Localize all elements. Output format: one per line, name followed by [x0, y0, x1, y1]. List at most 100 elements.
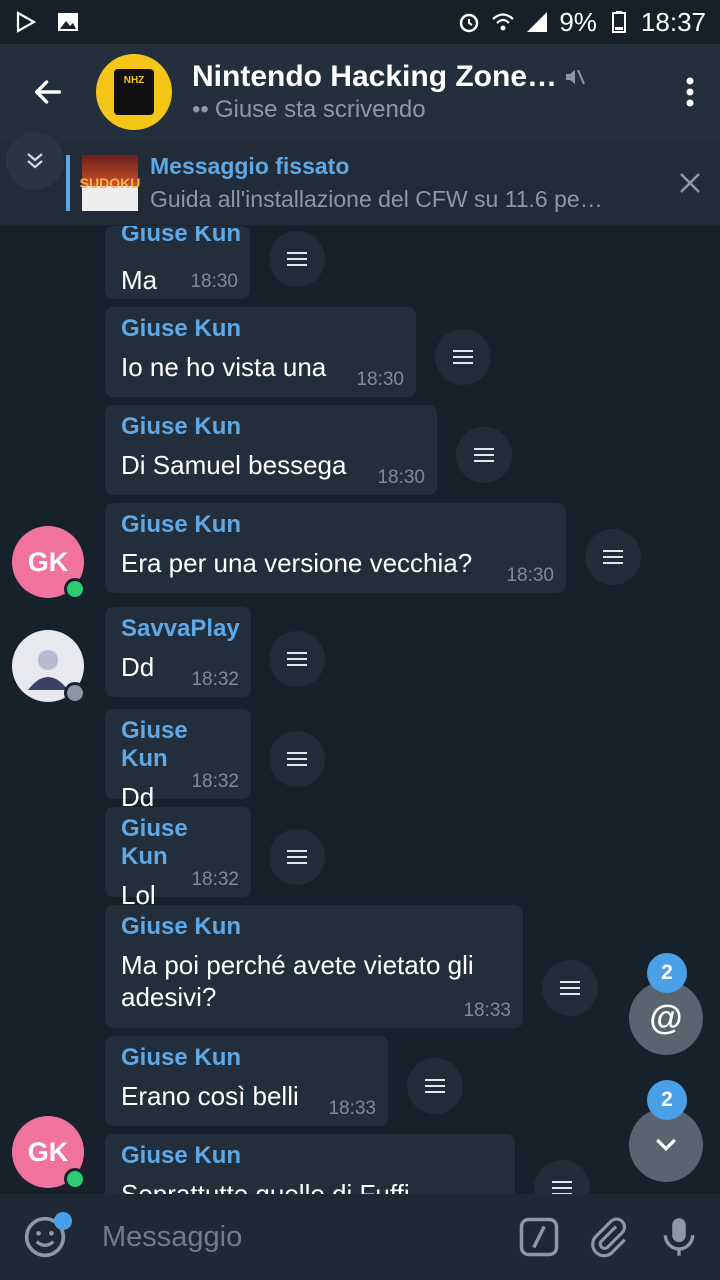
message-sender: Giuse Kun [121, 1044, 242, 1071]
pinned-close-button[interactable] [660, 172, 720, 194]
chat-info[interactable]: Nintendo Hacking Zone… •• Giuse sta scri… [192, 60, 660, 124]
close-icon [680, 172, 700, 193]
slash-command-icon [519, 1217, 559, 1257]
message-time: 18:30 [506, 565, 554, 586]
battery-icon [611, 11, 626, 33]
share-button[interactable] [456, 427, 512, 483]
attach-button[interactable] [574, 1194, 644, 1280]
paperclip-icon [591, 1217, 626, 1258]
alarm-icon [460, 13, 479, 33]
online-indicator [64, 1168, 86, 1190]
clock: 18:37 [640, 6, 706, 37]
dots-vertical-icon [686, 77, 694, 107]
pinned-indicator [66, 154, 70, 211]
group-avatar-logo: NHZ [114, 69, 154, 115]
message-bubble[interactable]: Giuse Kun Era per una versione vecchia? … [105, 503, 566, 593]
message-bubble[interactable]: Giuse Kun Io ne ho vista una 18:30 [105, 307, 416, 397]
message-text: Era per una versione vecchia? [121, 548, 473, 578]
share-icon [453, 356, 473, 358]
share-button[interactable] [407, 1058, 463, 1114]
share-button[interactable] [269, 631, 325, 687]
message-bubble[interactable]: Ma Giuse Kun 18:30 [105, 226, 250, 299]
wifi-icon [492, 13, 515, 31]
avatar[interactable]: GK [12, 1116, 86, 1190]
message-bubble[interactable]: SavvaPlay Dd 18:32 [105, 607, 251, 697]
message-sender: Giuse Kun [121, 913, 242, 940]
typing-dots-icon: •• [192, 96, 209, 123]
message-text: Di Samuel bessega [121, 450, 347, 480]
chat-title: Nintendo Hacking Zone… [192, 60, 558, 93]
message-bubble[interactable]: Giuse Kun Ma poi perché avete vietato gl… [105, 905, 523, 1028]
share-icon [287, 658, 307, 660]
share-icon [287, 856, 307, 858]
online-indicator [64, 578, 86, 600]
message-time: 18:32 [191, 771, 239, 792]
collapse-button[interactable] [6, 132, 64, 190]
emoji-button[interactable] [10, 1194, 80, 1280]
message-bubble[interactable]: Giuse Kun Lol 18:32 [105, 807, 251, 910]
arrow-left-icon [34, 80, 62, 104]
message-list[interactable]: Ma Giuse Kun 18:30 Giuse Kun Io ne ho vi… [0, 226, 720, 1194]
message-bubble[interactable]: Giuse Kun Di Samuel bessega 18:30 [105, 405, 437, 495]
avatar-initials: GK [27, 546, 69, 577]
message-time: 18:30 [377, 467, 425, 488]
share-icon [552, 1187, 572, 1189]
message-time: 18:30 [356, 369, 404, 390]
message-input[interactable]: Messaggio [102, 1221, 504, 1254]
group-avatar[interactable]: NHZ [96, 54, 172, 130]
message-sender: Giuse Kun [121, 815, 188, 870]
share-icon [474, 454, 494, 456]
more-menu-button[interactable] [660, 44, 720, 140]
mentions-badge: 2 [647, 953, 687, 993]
microphone-icon [663, 1218, 695, 1256]
message-sender: SavvaPlay [121, 615, 240, 642]
chat-subtitle: Giuse sta scrivendo [214, 96, 426, 123]
unread-badge: 2 [647, 1080, 687, 1120]
message-time: 18:32 [191, 869, 239, 890]
double-chevron-down-icon [27, 153, 43, 169]
message-sender: Giuse Kun [121, 717, 188, 772]
message-text: Soprattutto quello di Fuffi [121, 1179, 410, 1194]
message-bubble[interactable]: Giuse Kun Dd 18:32 [105, 709, 251, 812]
message-time: 18:30 [190, 271, 238, 292]
share-button[interactable] [269, 231, 325, 287]
message-bubble[interactable]: Giuse Kun Soprattutto quello di Fuffi [105, 1134, 515, 1194]
message-bubble[interactable]: Giuse Kun Erano così belli 18:33 [105, 1036, 388, 1126]
pinned-thumbnail: SUDOKU [80, 154, 140, 211]
message-text: Ma poi perché avete vietato gli adesivi? [121, 950, 474, 1012]
new-stickers-dot [54, 1212, 72, 1230]
share-button[interactable] [534, 1160, 590, 1194]
avatar[interactable]: GK [12, 526, 86, 600]
message-sender: Giuse Kun [121, 511, 242, 538]
share-button[interactable] [435, 329, 491, 385]
share-button[interactable] [269, 829, 325, 885]
avatar[interactable] [12, 630, 86, 704]
muted-icon [566, 69, 585, 85]
offline-indicator [64, 682, 86, 704]
chevron-down-icon [656, 1138, 676, 1152]
share-icon [603, 556, 623, 558]
battery-percent: 9% [559, 6, 597, 37]
pinned-message[interactable]: SUDOKU Messaggio fissato Guida all'insta… [0, 140, 720, 226]
at-icon: @ [649, 998, 683, 1037]
share-button[interactable] [269, 731, 325, 787]
pinned-title: Messaggio fissato [150, 152, 350, 179]
share-icon [287, 758, 307, 760]
share-icon [425, 1085, 445, 1087]
chat-header: NHZ Nintendo Hacking Zone… •• Giuse sta … [0, 44, 720, 140]
voice-button[interactable] [644, 1194, 714, 1280]
message-time: 18:32 [191, 669, 239, 690]
message-composer: Messaggio [0, 1194, 720, 1280]
share-icon [560, 987, 580, 989]
message-time: 18:33 [328, 1098, 376, 1119]
signal-icon [527, 12, 548, 32]
share-icon [287, 258, 307, 260]
share-button[interactable] [585, 529, 641, 585]
message-sender: Giuse Kun [121, 315, 242, 342]
play-store-icon [16, 11, 37, 33]
message-time: 18:33 [463, 1000, 511, 1021]
share-button[interactable] [542, 960, 598, 1016]
bot-commands-button[interactable] [504, 1194, 574, 1280]
status-bar: 9% 18:37 [0, 0, 720, 44]
back-button[interactable] [0, 44, 96, 140]
